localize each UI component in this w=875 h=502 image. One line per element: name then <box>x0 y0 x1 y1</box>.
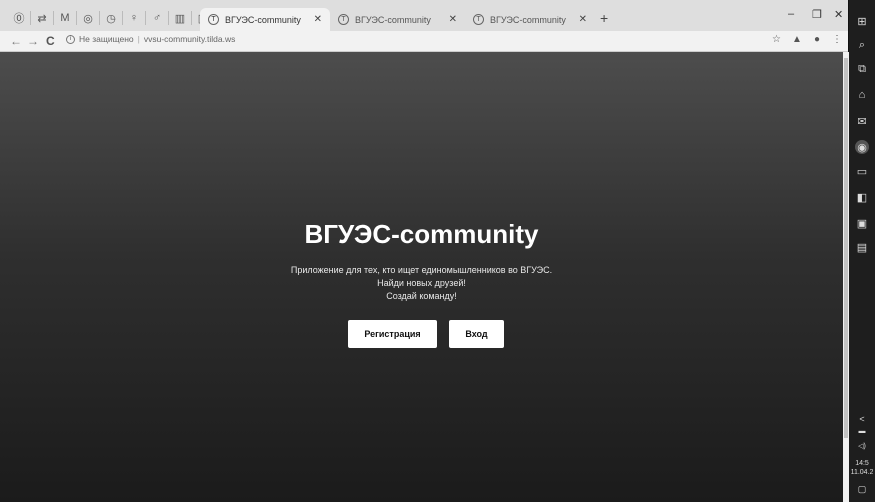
tab-title: ВГУЭС-community <box>225 14 301 25</box>
star-icon[interactable]: ☆ <box>772 34 781 45</box>
gmail-icon[interactable]: M <box>56 10 74 26</box>
hero-line: Создай команду! <box>386 291 457 301</box>
chrome-icon[interactable]: ◎ <box>79 10 97 26</box>
chart-icon[interactable]: ▥ <box>171 10 189 26</box>
tilda-icon[interactable]: ⓪ <box>10 10 28 26</box>
tilda-icon: T <box>338 14 349 25</box>
pinned-tabs: ⓪ ⇄ M ◎ ◷ ♀ ♂ ▥ ▣ <box>10 9 212 27</box>
scrollbar-thumb[interactable] <box>844 58 848 438</box>
notification-icon[interactable]: ▢ <box>849 484 875 495</box>
divider <box>122 11 123 25</box>
search-icon[interactable]: ⌕ <box>855 38 869 52</box>
mail-icon[interactable]: ✉ <box>855 114 869 128</box>
media-icon[interactable]: ◧ <box>855 190 869 204</box>
tab-strip: ⓪ ⇄ M ◎ ◷ ♀ ♂ ▥ ▣ T ВГУЭС-community ✕ T … <box>0 0 848 31</box>
page-title: ВГУЭС-community <box>304 219 539 249</box>
network-icon[interactable]: ▬ <box>849 428 875 435</box>
clock-time[interactable]: 14:5 <box>849 460 875 467</box>
tab-title: ВГУЭС-community <box>355 14 431 25</box>
info-icon[interactable]: i <box>66 34 75 44</box>
tab-vvsu-community-1[interactable]: T ВГУЭС-community ✕ <box>200 8 330 31</box>
start-icon[interactable]: ⊞ <box>855 14 869 28</box>
address-bar[interactable]: i Не защищено | vvsu-community.tilda.ws <box>66 34 235 44</box>
divider <box>53 11 54 25</box>
security-label: Не защищено <box>79 34 134 44</box>
divider <box>76 11 77 25</box>
divider <box>145 11 146 25</box>
page-content: ВГУЭС-community Приложение для тех, кто … <box>0 52 843 502</box>
tilda-icon: T <box>208 14 219 25</box>
register-button[interactable]: Регистрация <box>348 320 437 348</box>
app-icon[interactable]: ▤ <box>855 240 869 254</box>
close-window-button[interactable]: ✕ <box>834 8 843 21</box>
divider <box>191 11 192 25</box>
back-button[interactable]: ← <box>10 34 22 48</box>
tilda-icon: T <box>473 14 484 25</box>
chevron-left-icon[interactable]: < <box>849 414 875 424</box>
task-view-icon[interactable]: ⧉ <box>855 62 869 76</box>
divider <box>99 11 100 25</box>
taskbar: ⊞ ⌕ ⧉ ⌂ ✉ ◉ ▭ ◧ ▣ ▤ < ▬ ◁) 14:5 11.04.2 … <box>849 0 875 502</box>
store-icon[interactable]: ⌂ <box>855 88 869 102</box>
chrome-icon[interactable]: ◉ <box>855 140 869 154</box>
forward-button[interactable]: → <box>27 34 39 48</box>
person-icon[interactable]: ♀ <box>125 10 143 26</box>
hero-description: Приложение для тех, кто ищет единомышлен… <box>0 264 843 303</box>
browser-toolbar: ← → C i Не защищено | vvsu-community.til… <box>0 31 848 52</box>
extension-icon[interactable]: ▲ <box>792 34 802 45</box>
divider <box>168 11 169 25</box>
divider <box>30 11 31 25</box>
close-icon[interactable]: ✕ <box>314 14 322 25</box>
hero-line: Найди новых друзей! <box>377 278 466 288</box>
tab-vvsu-community-3[interactable]: T ВГУЭС-community ✕ <box>465 8 595 31</box>
person-icon[interactable]: ♂ <box>148 10 166 26</box>
close-icon[interactable]: ✕ <box>449 14 457 25</box>
maximize-button[interactable]: ❐ <box>812 8 822 21</box>
menu-icon[interactable]: ⋮ <box>832 34 842 45</box>
photos-icon[interactable]: ▣ <box>855 216 869 230</box>
reload-button[interactable]: C <box>46 34 55 48</box>
volume-icon[interactable]: ◁) <box>849 442 875 450</box>
clock-date[interactable]: 11.04.2 <box>849 469 875 476</box>
divider: | <box>137 34 140 44</box>
url-text: vvsu-community.tilda.ws <box>143 34 236 44</box>
history-icon[interactable]: ◷ <box>102 10 120 26</box>
hero-line: Приложение для тех, кто ищет единомышлен… <box>290 265 553 275</box>
login-button[interactable]: Вход <box>449 320 504 348</box>
tab-vvsu-community-2[interactable]: T ВГУЭС-community ✕ <box>330 8 465 31</box>
minimize-button[interactable]: – <box>788 8 794 20</box>
translate-icon[interactable]: ⇄ <box>33 10 51 26</box>
close-icon[interactable]: ✕ <box>579 14 587 25</box>
new-tab-button[interactable]: + <box>600 10 608 26</box>
profile-icon[interactable]: ● <box>814 34 820 45</box>
tab-title: ВГУЭС-community <box>490 14 566 25</box>
explorer-icon[interactable]: ▭ <box>855 164 869 178</box>
